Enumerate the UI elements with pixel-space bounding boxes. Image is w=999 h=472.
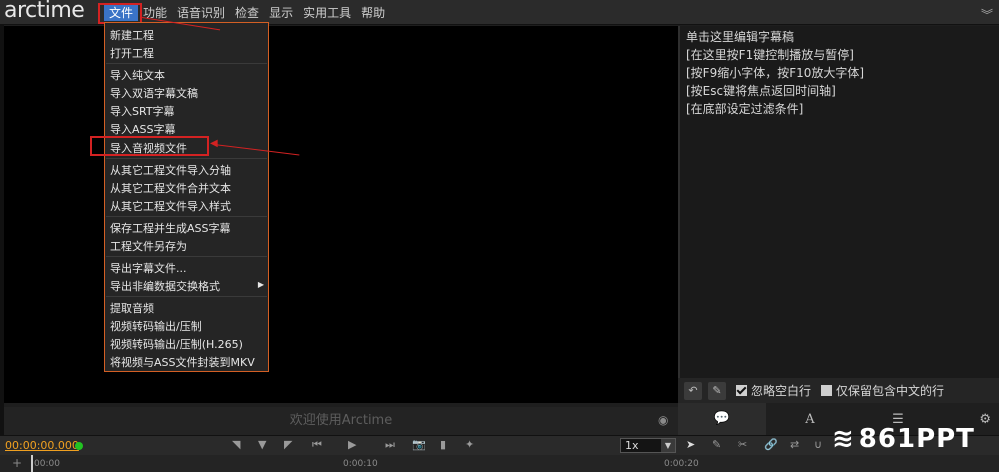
timeline-ruler[interactable]: + 00:00 0:00:10 0:00:20	[0, 455, 999, 472]
chinese-only-label: 仅保留包含中文的行	[836, 384, 945, 398]
subtitle-editor[interactable]: 单击这里编辑字幕稿 [在这里按F1键控制播放与暂停] [按F9缩小字体，按F10…	[678, 26, 999, 378]
menu-item-transcode-h265[interactable]: 视频转码输出/压制(H.265)	[110, 336, 243, 352]
timeline-tick: 0:00:20	[664, 459, 699, 469]
editor-hint: 单击这里编辑字幕稿	[686, 30, 795, 44]
menu-check[interactable]: 检查	[230, 5, 264, 21]
menu-separator	[106, 216, 267, 217]
step-forward-icon[interactable]: ⏭	[385, 438, 395, 452]
mark-in-icon[interactable]: ◥	[232, 438, 240, 451]
editor-toolbar: ↶ ✎ 忽略空白行 仅保留包含中文的行	[678, 378, 999, 403]
undo-icon[interactable]: ↶	[684, 381, 702, 400]
bookmark-icon[interactable]: ▮	[440, 438, 446, 451]
scissors-icon[interactable]: ✂	[738, 438, 747, 451]
menu-item-extract-audio[interactable]: 提取音频	[110, 300, 154, 316]
menu-help[interactable]: 帮助	[356, 5, 390, 21]
mark-out-icon[interactable]: ◤	[284, 438, 292, 451]
speed-select[interactable]: 1x ▼	[620, 438, 676, 453]
chevron-down-icon[interactable]: ▼	[661, 439, 675, 452]
ignore-blank-label: 忽略空白行	[751, 384, 812, 398]
watermark-text: 861PPT	[858, 424, 975, 454]
menu-item-import-timing[interactable]: 从其它工程文件导入分轴	[110, 162, 231, 178]
menu-speech-recognition[interactable]: 语音识别	[172, 5, 230, 21]
down-triangle-icon[interactable]: ▼	[258, 438, 266, 451]
file-dropdown-menu: 新建工程 打开工程 导入纯文本 导入双语字幕文稿 导入SRT字幕 导入ASS字幕…	[104, 22, 269, 372]
collapse-chevron-icon[interactable]: ︾	[981, 6, 993, 23]
editor-hint: [按Esc键将焦点返回时间轴]	[686, 84, 836, 98]
editor-hint: [按F9缩小字体，按F10放大字体]	[686, 66, 865, 80]
menu-item-import-media[interactable]: 导入音视频文件	[110, 140, 187, 156]
menu-item-save-ass[interactable]: 保存工程并生成ASS字幕	[110, 220, 231, 236]
camera-icon[interactable]: 📷	[412, 438, 426, 451]
app-logo: arctime	[4, 0, 85, 23]
add-track-icon[interactable]: +	[12, 456, 22, 470]
menu-separator	[106, 63, 267, 64]
editor-hint: [在底部设定过滤条件]	[686, 102, 804, 116]
step-back-icon[interactable]: ⏮	[312, 438, 322, 452]
checkbox-checked-icon[interactable]	[736, 385, 747, 396]
menu-item-new-project[interactable]: 新建工程	[110, 27, 154, 43]
timecode[interactable]: 00:00:00.000	[5, 439, 79, 452]
menu-item-save-as[interactable]: 工程文件另存为	[110, 238, 187, 254]
menu-item-import-ass[interactable]: 导入ASS字幕	[110, 121, 176, 137]
timeline-tick: 0:00:10	[343, 459, 378, 469]
menu-item-import-srt[interactable]: 导入SRT字幕	[110, 103, 175, 119]
submenu-arrow-icon: ▶	[257, 280, 264, 289]
eye-icon[interactable]: ◉	[658, 413, 668, 427]
welcome-text: 欢迎使用Arctime	[4, 407, 678, 435]
timeline-tick: 00:00	[34, 459, 60, 469]
menu-display[interactable]: 显示	[264, 5, 298, 21]
arctime-window: arctime 文件 功能 语音识别 检查 显示 实用工具 帮助 ︾ 欢迎使用A…	[0, 0, 999, 472]
menu-item-import-text[interactable]: 导入纯文本	[110, 67, 165, 83]
magnet-icon[interactable]: ∪	[814, 438, 822, 451]
menu-separator	[106, 158, 267, 159]
menu-item-merge-text[interactable]: 从其它工程文件合并文本	[110, 180, 231, 196]
menu-file[interactable]: 文件	[104, 5, 139, 21]
menu-item-export-subtitles[interactable]: 导出字幕文件...	[110, 260, 187, 276]
editor-hint: [在这里按F1键控制播放与暂停]	[686, 48, 854, 62]
tab-comment-icon[interactable]: 💬	[678, 403, 766, 435]
playhead[interactable]	[31, 455, 33, 472]
arrow-head-icon: ◀	[210, 138, 218, 149]
link-icon[interactable]: 🔗	[764, 438, 778, 451]
play-icon[interactable]: ▶	[348, 438, 356, 451]
magic-wand-icon[interactable]: ✦	[465, 438, 474, 451]
menu-item-open-project[interactable]: 打开工程	[110, 45, 154, 61]
checkbox-unchecked-icon[interactable]	[821, 385, 833, 396]
menu-separator	[106, 256, 267, 257]
menu-separator	[106, 296, 267, 297]
stack-logo-icon: ≋	[832, 424, 855, 454]
menu-item-mux-mkv[interactable]: 将视频与ASS文件封装到MKV	[110, 354, 255, 370]
ignore-blank-checkbox[interactable]: 忽略空白行	[736, 382, 811, 399]
swap-icon[interactable]: ⇄	[790, 438, 799, 451]
menu-item-import-bilingual[interactable]: 导入双语字幕文稿	[110, 85, 198, 101]
menu-item-import-style[interactable]: 从其它工程文件导入样式	[110, 198, 231, 214]
speed-value: 1x	[625, 439, 639, 452]
pencil-icon[interactable]: ✎	[708, 381, 726, 400]
status-dot	[75, 442, 83, 450]
menu-item-transcode[interactable]: 视频转码输出/压制	[110, 318, 202, 334]
chinese-only-checkbox[interactable]: 仅保留包含中文的行	[821, 382, 944, 399]
menu-tools[interactable]: 实用工具	[298, 5, 356, 21]
menu-item-export-nle[interactable]: 导出非编数据交换格式	[110, 278, 220, 294]
pointer-icon[interactable]: ➤	[686, 438, 695, 451]
edit-icon[interactable]: ✎	[712, 438, 721, 451]
watermark: ≋ 861PPT	[832, 424, 975, 454]
